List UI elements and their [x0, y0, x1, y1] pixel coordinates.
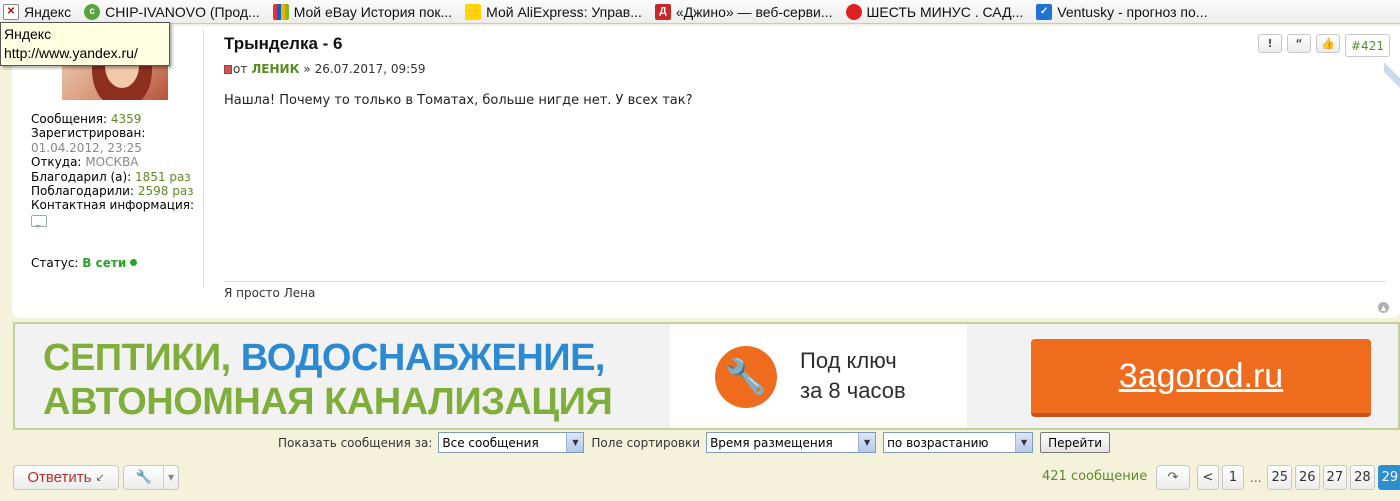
page-link[interactable]: 28	[1350, 465, 1375, 490]
banner-offer: 🔧 Под ключ за 8 часов	[670, 324, 967, 428]
author-link[interactable]: ЛЕНИК	[251, 62, 299, 76]
author-profile: Сообщения: 4359 Зарегистрирован: 01.04.2…	[31, 112, 206, 228]
topic-tools-button[interactable]: 🔧 ▼	[123, 465, 179, 490]
page-link[interactable]: 1	[1222, 465, 1244, 490]
bookmark-chip-ivanovo[interactable]: c CHIP-IVANOVO (Прод...	[81, 0, 270, 23]
report-button[interactable]: !	[1258, 34, 1282, 53]
ad-banner[interactable]: СЕПТИКИ, ВОДОСНАБЖЕНИЕ, АВТОНОМНАЯ КАНАЛ…	[13, 322, 1400, 430]
tooltip-url: http://www.yandex.ru/	[4, 45, 138, 61]
broken-image-icon: ✕	[3, 3, 19, 20]
private-message-icon[interactable]	[31, 214, 47, 228]
post-tools: ! “ 👍 #421	[1258, 34, 1390, 57]
page-link[interactable]: 26	[1295, 465, 1320, 490]
thumbs-up-icon: 👍	[1321, 37, 1335, 50]
show-posts-label: Показать сообщения за:	[278, 435, 433, 450]
bookmark-shest-minus[interactable]: ШЕСТЬ МИНУС . САД...	[843, 0, 1034, 23]
reply-arrow-icon: ↙	[95, 472, 105, 484]
thanked-link[interactable]: 1851 раз	[135, 170, 191, 184]
jump-to-page-button[interactable]: ↷	[1156, 465, 1190, 490]
bookmark-label: Яндекс	[24, 3, 72, 20]
current-page: 29	[1377, 465, 1400, 490]
ebay-icon	[272, 3, 289, 20]
message-count: 421 сообщение	[1042, 469, 1148, 484]
bookmark-label: Ventusky - прогноз по...	[1057, 3, 1208, 20]
post-date: » 26.07.2017, 09:59	[303, 62, 426, 76]
chevron-down-icon: ▼	[566, 433, 584, 452]
post-title[interactable]: Трынделка - 6	[224, 34, 342, 54]
chevron-down-icon: ▼	[858, 433, 876, 452]
bookmark-tooltip: Яндекс http://www.yandex.ru/	[0, 22, 170, 66]
sort-field-select[interactable]: Время размещения ▼	[706, 432, 877, 453]
djino-icon: Д	[654, 3, 671, 20]
wrench-icon: 🔧	[135, 470, 152, 485]
tooltip-title: Яндекс	[4, 26, 52, 42]
ventusky-icon: ✓	[1036, 3, 1053, 20]
page-link[interactable]: 27	[1322, 465, 1348, 490]
jump-arrow-icon: ↷	[1167, 470, 1179, 485]
pagination: < 1 ... 25 26 27 28 29	[1197, 465, 1400, 490]
profile-divider	[203, 30, 204, 288]
show-posts-select[interactable]: Все сообщения ▼	[438, 432, 585, 453]
online-dot-icon	[130, 259, 138, 266]
chip-icon: c	[84, 3, 101, 20]
bookmark-aliexpress[interactable]: ⚡ Мой AliExpress: Управ...	[462, 0, 652, 23]
banner-cta-button[interactable]: 3agorod.ru	[1031, 339, 1371, 417]
chevron-down-icon: ▼	[1015, 433, 1033, 452]
display-filters: Показать сообщения за: Все сообщения ▼ П…	[278, 432, 1111, 453]
sort-order-select[interactable]: по возрастанию ▼	[883, 432, 1034, 453]
like-button[interactable]: 👍	[1316, 34, 1340, 53]
location: МОСКВА	[85, 155, 139, 170]
online-status: Статус: В сети	[31, 256, 138, 270]
forum-post: Сообщения: 4359 Зарегистрирован: 01.04.2…	[12, 26, 1400, 318]
quote-button[interactable]: “	[1287, 34, 1311, 53]
page-link[interactable]: 25	[1267, 465, 1292, 490]
prev-page-button[interactable]: <	[1197, 465, 1219, 490]
post-body: Нашла! Почему то только в Томатах, больш…	[224, 93, 693, 108]
sort-field-label: Поле сортировки	[591, 435, 701, 450]
status-value: В сети	[82, 256, 127, 270]
posts-count-link[interactable]: 4359	[111, 112, 142, 126]
aliexpress-icon: ⚡	[465, 3, 482, 20]
bookmark-yandex[interactable]: ✕ Яндекс	[0, 0, 81, 23]
bookmark-label: «Джино» — веб-серви...	[675, 3, 833, 20]
decorative-stripe	[1384, 52, 1400, 122]
signature-divider	[224, 281, 1386, 282]
bookmark-label: Мой AliExpress: Управ...	[486, 3, 642, 20]
back-to-top-icon[interactable]: ▲	[1378, 302, 1389, 313]
signature: Я просто Лена	[224, 286, 316, 300]
bookmark-label: ШЕСТЬ МИНУС . САД...	[866, 3, 1024, 20]
wrench-icon: 🔧	[715, 346, 777, 408]
post-icon[interactable]	[224, 64, 232, 74]
chevron-down-icon[interactable]: ▼	[163, 466, 178, 489]
bookmark-label: CHIP-IVANOVO (Прод...	[105, 3, 260, 20]
post-meta: от ЛЕНИК » 26.07.2017, 09:59	[224, 62, 425, 76]
post-number-link[interactable]: #421	[1345, 34, 1390, 57]
thanks-received-link[interactable]: 2598 раз	[138, 184, 194, 198]
reply-button[interactable]: Ответить ↙	[13, 465, 119, 490]
bookmarks-bar: ✕ Яндекс c CHIP-IVANOVO (Прод... Мой eBa…	[0, 0, 1400, 24]
go-button[interactable]: Перейти	[1040, 432, 1111, 453]
tomato-icon	[845, 3, 862, 20]
bookmark-label: Мой eBay История пок...	[293, 3, 453, 20]
banner-headline: СЕПТИКИ, ВОДОСНАБЖЕНИЕ, АВТОНОМНАЯ КАНАЛ…	[43, 337, 613, 423]
pagination-ellipsis: ...	[1250, 470, 1262, 485]
registered-date: 01.04.2012, 23:25	[31, 140, 142, 155]
bookmark-djino[interactable]: Д «Джино» — веб-серви...	[652, 0, 843, 23]
bookmark-ebay[interactable]: Мой eBay История пок...	[270, 0, 462, 23]
bookmark-ventusky[interactable]: ✓ Ventusky - прогноз по...	[1033, 0, 1217, 23]
